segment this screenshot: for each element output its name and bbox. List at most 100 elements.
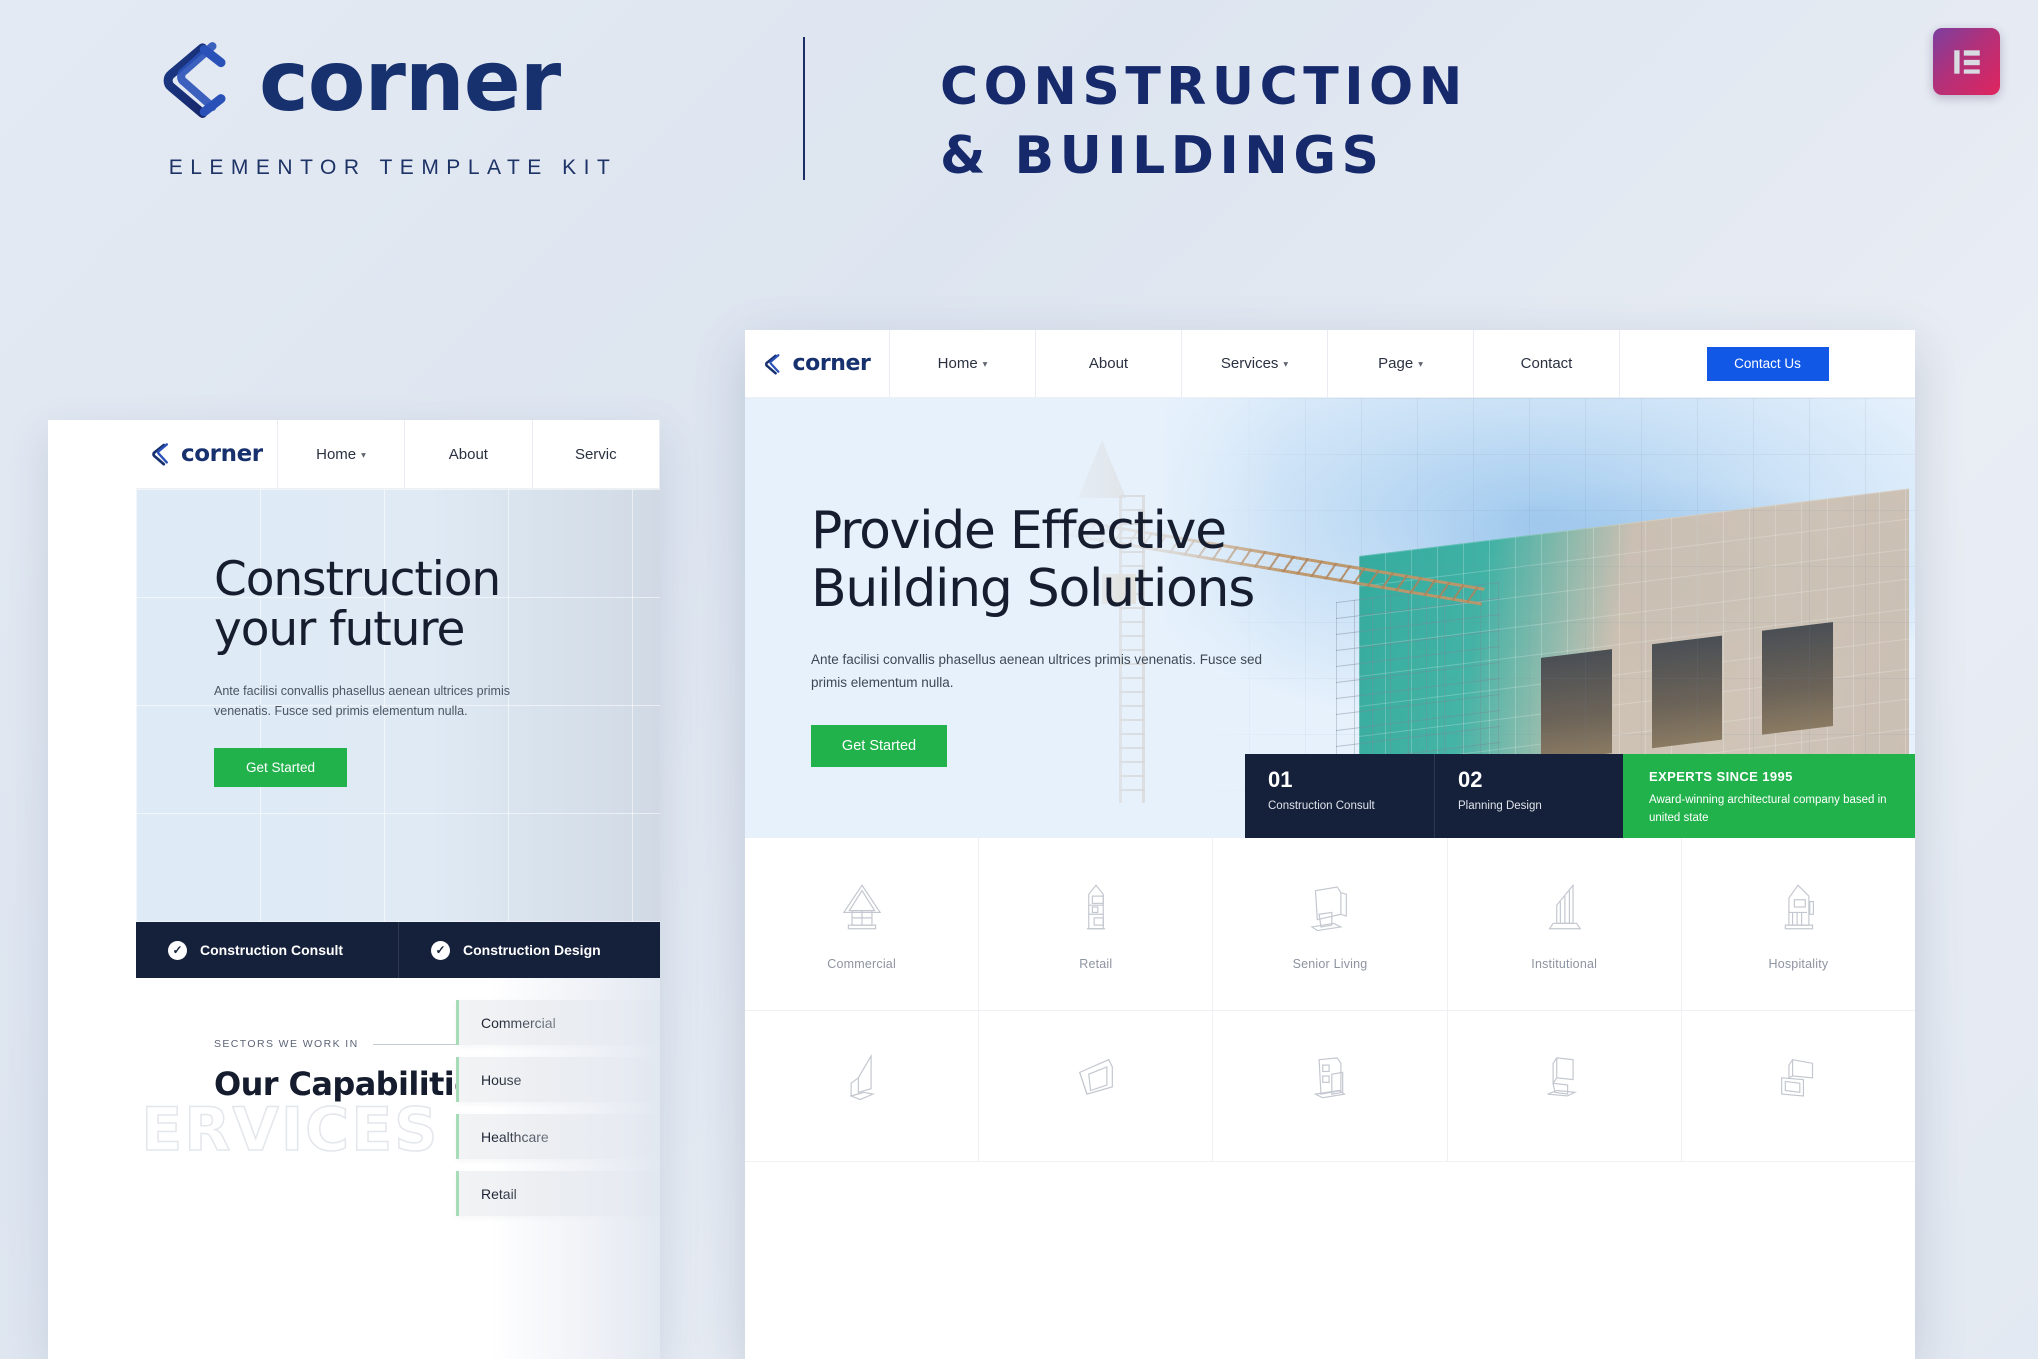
right-nav-item-about[interactable]: About bbox=[1036, 330, 1182, 397]
left-sector-item[interactable]: House bbox=[456, 1057, 660, 1102]
sector-grid-row-1: Commercial Retail Senior Living Institut… bbox=[745, 838, 1915, 1011]
left-sector-label: Retail bbox=[481, 1185, 517, 1202]
sector-cell-multifamily[interactable] bbox=[745, 1011, 980, 1161]
multifamily-icon bbox=[833, 1047, 891, 1110]
right-nav-item-home-label: Home bbox=[937, 355, 978, 372]
left-nav-item-home[interactable]: Home ▾ bbox=[278, 420, 406, 488]
contact-us-button[interactable]: Contact Us bbox=[1706, 346, 1829, 381]
left-feature-bar: ✓ Construction Consult ✓ Construction De… bbox=[136, 922, 660, 978]
right-nav-item-contact[interactable]: Contact bbox=[1474, 330, 1620, 397]
chevron-down-icon: ▾ bbox=[1283, 359, 1289, 369]
brand-divider bbox=[803, 37, 805, 180]
right-navbar: corner Home ▾ About Services ▾ Page ▾ Co… bbox=[745, 330, 1915, 398]
left-sector-label: Healthcare bbox=[481, 1128, 549, 1145]
right-hero-description-line2: primis elementum nulla. bbox=[811, 675, 954, 691]
corner-logo-icon bbox=[763, 353, 785, 375]
stat-card-1-number: 01 bbox=[1268, 767, 1293, 792]
left-nav-item-home-label: Home bbox=[316, 445, 357, 463]
left-mockup-content: corner Home ▾ About Servic Construction … bbox=[136, 420, 660, 1359]
left-nav-logo[interactable]: corner bbox=[136, 420, 278, 488]
check-circle-icon: ✓ bbox=[431, 940, 450, 960]
chevron-down-icon: ▾ bbox=[982, 359, 988, 369]
left-hero-content: Construction your future Ante facilisi c… bbox=[136, 489, 660, 788]
right-nav-item-contact-label: Contact bbox=[1520, 355, 1573, 372]
sector-cell-institutional-label: Institutional bbox=[1531, 956, 1598, 971]
right-get-started-button[interactable]: Get Started bbox=[811, 724, 947, 767]
stat-card-2-number: 02 bbox=[1458, 767, 1483, 792]
left-nav-item-services[interactable]: Servic bbox=[533, 420, 660, 488]
right-hero-description: Ante facilisi convallis phasellus aenean… bbox=[811, 649, 1262, 694]
right-nav-item-page[interactable]: Page ▾ bbox=[1328, 330, 1474, 397]
left-nav-item-about[interactable]: About bbox=[405, 420, 533, 488]
sector-cell-senior-living[interactable]: Senior Living bbox=[1213, 838, 1448, 1010]
sector-icon-grid: Commercial Retail Senior Living Institut… bbox=[745, 838, 1915, 1162]
check-circle-icon: ✓ bbox=[168, 940, 187, 960]
left-nav-logo-word: corner bbox=[181, 441, 263, 467]
brand-header: corner ELEMENTOR TEMPLATE KIT CONSTRUCTI… bbox=[0, 0, 2038, 270]
sector-grid-row-2 bbox=[745, 1011, 1915, 1162]
right-nav-logo[interactable]: corner bbox=[745, 330, 890, 397]
corner-logo-icon bbox=[150, 442, 174, 466]
right-hero-content: Provide Effective Building Solutions Ant… bbox=[811, 502, 1262, 767]
brand-tagline: ELEMENTOR TEMPLATE KIT bbox=[168, 156, 618, 179]
brand-identity: corner ELEMENTOR TEMPLATE KIT bbox=[155, 38, 625, 180]
left-feature-item-1-label: Construction Consult bbox=[200, 942, 344, 958]
left-hero: Construction your future Ante facilisi c… bbox=[136, 489, 660, 922]
page-title-line2: & BUILDINGS bbox=[940, 125, 1385, 186]
hall-icon bbox=[1067, 1047, 1125, 1110]
right-nav-item-about-label: About bbox=[1088, 355, 1129, 372]
hero-stats-bar: 01 Construction Consult 02 Planning Desi… bbox=[1245, 754, 1915, 838]
page-title: CONSTRUCTION & BUILDINGS bbox=[940, 60, 1468, 183]
left-feature-item-2[interactable]: ✓ Construction Design bbox=[398, 922, 660, 978]
stat-card-2-label: Planning Design bbox=[1458, 800, 1542, 813]
left-feature-item-2-label: Construction Design bbox=[463, 942, 601, 958]
sector-cell-commercial[interactable]: Commercial bbox=[745, 838, 980, 1010]
left-nav-item-services-label: Servic bbox=[574, 445, 617, 463]
sector-cell-industrial[interactable] bbox=[1448, 1011, 1682, 1161]
left-hero-title-line1: Construction bbox=[214, 552, 501, 607]
sector-cell-hospitality[interactable]: Hospitality bbox=[1682, 838, 1915, 1010]
sector-cell-retail[interactable]: Retail bbox=[979, 838, 1214, 1010]
education-icon bbox=[1301, 1047, 1359, 1110]
right-nav-item-home[interactable]: Home ▾ bbox=[890, 330, 1036, 397]
industrial-icon bbox=[1535, 1047, 1593, 1110]
left-sector-item[interactable]: Healthcare bbox=[456, 1114, 660, 1159]
right-hero-title-line2: Building Solutions bbox=[811, 559, 1255, 620]
sector-cell-institutional[interactable]: Institutional bbox=[1448, 838, 1682, 1010]
sector-cell-commercial-label: Commercial bbox=[827, 956, 896, 971]
corner-logo-icon bbox=[155, 38, 237, 124]
left-hero-title-line2: your future bbox=[214, 602, 465, 658]
left-navbar: corner Home ▾ About Servic bbox=[136, 420, 660, 489]
right-nav-item-services[interactable]: Services ▾ bbox=[1182, 330, 1328, 397]
right-hero-title: Provide Effective Building Solutions bbox=[811, 501, 1262, 620]
sector-cell-mixed-use[interactable] bbox=[1682, 1011, 1915, 1161]
stat-card-2[interactable]: 02 Planning Design bbox=[1434, 754, 1623, 838]
sector-cell-education[interactable] bbox=[1213, 1011, 1448, 1161]
elementor-icon bbox=[1933, 28, 2000, 95]
left-feature-item-1[interactable]: ✓ Construction Consult bbox=[136, 922, 398, 978]
right-nav-logo-word: corner bbox=[792, 351, 871, 376]
right-hero: Provide Effective Building Solutions Ant… bbox=[745, 398, 1915, 838]
sector-cell-hall[interactable] bbox=[979, 1011, 1214, 1161]
right-hero-title-line1: Provide Effective bbox=[811, 501, 1227, 561]
page-title-line1: CONSTRUCTION bbox=[940, 57, 1468, 117]
stat-card-1[interactable]: 01 Construction Consult bbox=[1245, 754, 1434, 838]
experts-highlight-subtitle: Award-winning architectural company base… bbox=[1649, 794, 1887, 824]
sector-cell-senior-living-label: Senior Living bbox=[1292, 956, 1368, 971]
brand-logo-row: corner bbox=[155, 38, 625, 124]
left-sector-item[interactable]: Commercial bbox=[456, 1000, 660, 1045]
right-page-mockup: corner Home ▾ About Services ▾ Page ▾ Co… bbox=[745, 330, 1915, 1359]
house-gable-icon bbox=[833, 878, 891, 941]
brand-logo-word: corner bbox=[259, 32, 561, 130]
left-services-section: SECTORS WE WORK IN Our Capabilities SERV… bbox=[136, 978, 660, 1359]
left-hero-title: Construction your future bbox=[214, 552, 660, 658]
mixed-use-icon bbox=[1769, 1047, 1827, 1110]
chevron-down-icon: ▾ bbox=[361, 449, 366, 460]
senior-living-icon bbox=[1301, 878, 1359, 941]
right-nav-item-services-label: Services bbox=[1220, 355, 1279, 372]
left-get-started-button[interactable]: Get Started bbox=[214, 748, 347, 788]
sector-cell-retail-label: Retail bbox=[1079, 956, 1113, 971]
sector-cell-hospitality-label: Hospitality bbox=[1768, 956, 1829, 971]
left-sector-item[interactable]: Retail bbox=[456, 1171, 660, 1216]
left-sector-list: Commercial House Healthcare Retail bbox=[456, 1000, 660, 1228]
